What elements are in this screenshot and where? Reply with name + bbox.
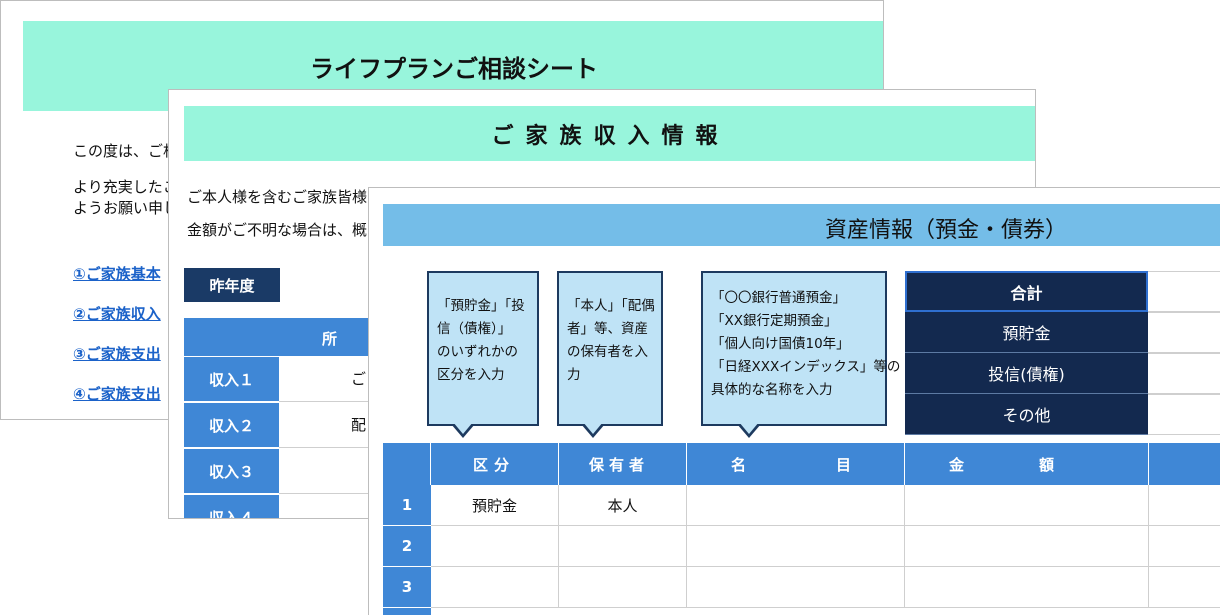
grid-cell-name[interactable] — [687, 485, 905, 526]
callout-line: 「個人向け国債10年」 — [711, 336, 850, 352]
callout-line: 区分を入力 — [437, 367, 505, 383]
summary-label: 合計 — [905, 271, 1148, 312]
callout-line: 「〇〇銀行普通預金」 — [711, 290, 846, 306]
callout-tail — [737, 422, 761, 438]
grid-header-kubun: 区分 — [431, 443, 559, 485]
callout-line: 「日経XXXインデックス」等の — [711, 359, 901, 375]
summary-value[interactable] — [1148, 394, 1220, 435]
link-family-basic[interactable]: ①ご家族基本 — [73, 263, 161, 284]
grid-cell-kubun[interactable] — [431, 526, 559, 567]
grid-header-label: 名 目 — [731, 456, 852, 474]
summary-value[interactable] — [1148, 271, 1220, 312]
last-year-label: 昨年度 — [184, 268, 280, 302]
grid-cell-owner[interactable] — [559, 567, 687, 608]
callout-line: 者」等、資産 — [567, 321, 648, 337]
callout-tail — [451, 422, 475, 438]
assets-title: 資産情報（預金・債券） — [825, 218, 1068, 243]
income-row-label: 収入４ — [184, 495, 279, 518]
sheet-assets: 資産情報（預金・債券） 「預貯金」「投 信（債権）」 のいずれかの 区分を入力 … — [368, 187, 1220, 615]
callout-line: 「預貯金」「投 — [437, 298, 525, 314]
sheet2-banner: ご家族収入情報 — [184, 106, 1035, 161]
grid-row-number: 3 — [383, 567, 431, 608]
callout-kubun-hint: 「預貯金」「投 信（債権）」 のいずれかの 区分を入力 — [427, 271, 539, 438]
grid-header-label: 保有者 — [589, 456, 650, 474]
income-row-label: 収入２ — [184, 403, 279, 448]
grid-cell-amount[interactable] — [905, 485, 1149, 526]
summary-row-total: 合計 — [905, 271, 1220, 312]
sheet2-title: ご家族収入情報 — [491, 123, 730, 149]
grid-cell-extra[interactable] — [1149, 567, 1220, 608]
grid-cell-owner[interactable] — [559, 526, 687, 567]
grid-cell-name[interactable] — [687, 567, 905, 608]
summary-label: 投信(債権) — [905, 353, 1148, 394]
callout-owner-hint: 「本人」「配偶 者」等、資産 の保有者を入 力 — [557, 271, 663, 438]
summary-value[interactable] — [1148, 353, 1220, 394]
link-family-expense-2[interactable]: ④ご家族支出 — [73, 383, 161, 404]
income-row-label: 収入３ — [184, 449, 279, 494]
summary-row-other: その他 — [905, 394, 1220, 435]
grid-cell-name[interactable] — [687, 526, 905, 567]
grid-cell-amount[interactable] — [905, 567, 1149, 608]
grid-header-name: 名 目 — [687, 443, 905, 485]
grid-header-label: 金 額 — [949, 456, 1055, 474]
callout-line: 「本人」「配偶 — [567, 298, 655, 314]
grid-cell-extra[interactable] — [1149, 485, 1220, 526]
grid-row-number: 1 — [383, 485, 431, 526]
grid-header-label: 区分 — [473, 456, 516, 474]
grid-header-extra — [1149, 443, 1220, 485]
grid-cell-kubun[interactable] — [431, 567, 559, 608]
grid-header-owner: 保有者 — [559, 443, 687, 485]
grid-cell-amount[interactable] — [905, 526, 1149, 567]
summary-label: その他 — [905, 394, 1148, 435]
link-family-expense-1[interactable]: ③ご家族支出 — [73, 343, 161, 364]
callout-line: 「XX銀行定期預金」 — [711, 313, 838, 329]
intro-line-1: この度は、ご相 — [73, 142, 179, 160]
summary-row-trust: 投信(債権) — [905, 353, 1220, 394]
grid-header-corner — [383, 443, 431, 485]
callout-line: のいずれかの — [437, 344, 518, 360]
callout-name-hint: 「〇〇銀行普通預金」 「XX銀行定期預金」 「個人向け国債10年」 「日経XXX… — [701, 271, 901, 438]
grid-cell-extra[interactable] — [1149, 526, 1220, 567]
callout-tail — [581, 422, 605, 438]
grid-row-number: 2 — [383, 526, 431, 567]
sheet1-title: ライフプランご相談シート — [310, 54, 598, 83]
intro-line-3: ようお願い申し — [73, 199, 179, 217]
income-column-header-label: 所 — [322, 330, 338, 348]
sheet2-desc-1: ご本人様を含むご家族皆様 — [187, 188, 368, 206]
callout-line: 具体的な名称を入力 — [711, 382, 833, 398]
income-row-label: 収入１ — [184, 357, 279, 402]
link-family-income[interactable]: ②ご家族収入 — [73, 303, 161, 324]
sheet2-desc-2: 金額がご不明な場合は、概 — [187, 221, 368, 239]
summary-value[interactable] — [1148, 312, 1220, 353]
grid-header-amount: 金 額 — [905, 443, 1149, 485]
summary-row-savings: 預貯金 — [905, 312, 1220, 353]
intro-line-2: より充実したこ — [73, 178, 178, 196]
assets-title-bar: 資産情報（預金・債券） — [383, 204, 1220, 246]
callout-line: 力 — [567, 367, 581, 383]
callout-line: 信（債権）」 — [437, 321, 512, 337]
callout-line: の保有者を入 — [567, 344, 648, 360]
summary-label: 預貯金 — [905, 312, 1148, 353]
summary-table: 合計 預貯金 投信(債権) その他 — [905, 271, 1220, 435]
grid-cell-kubun[interactable]: 預貯金 — [431, 485, 559, 526]
grid-row-number — [383, 608, 431, 615]
grid-cell-owner[interactable]: 本人 — [559, 485, 687, 526]
